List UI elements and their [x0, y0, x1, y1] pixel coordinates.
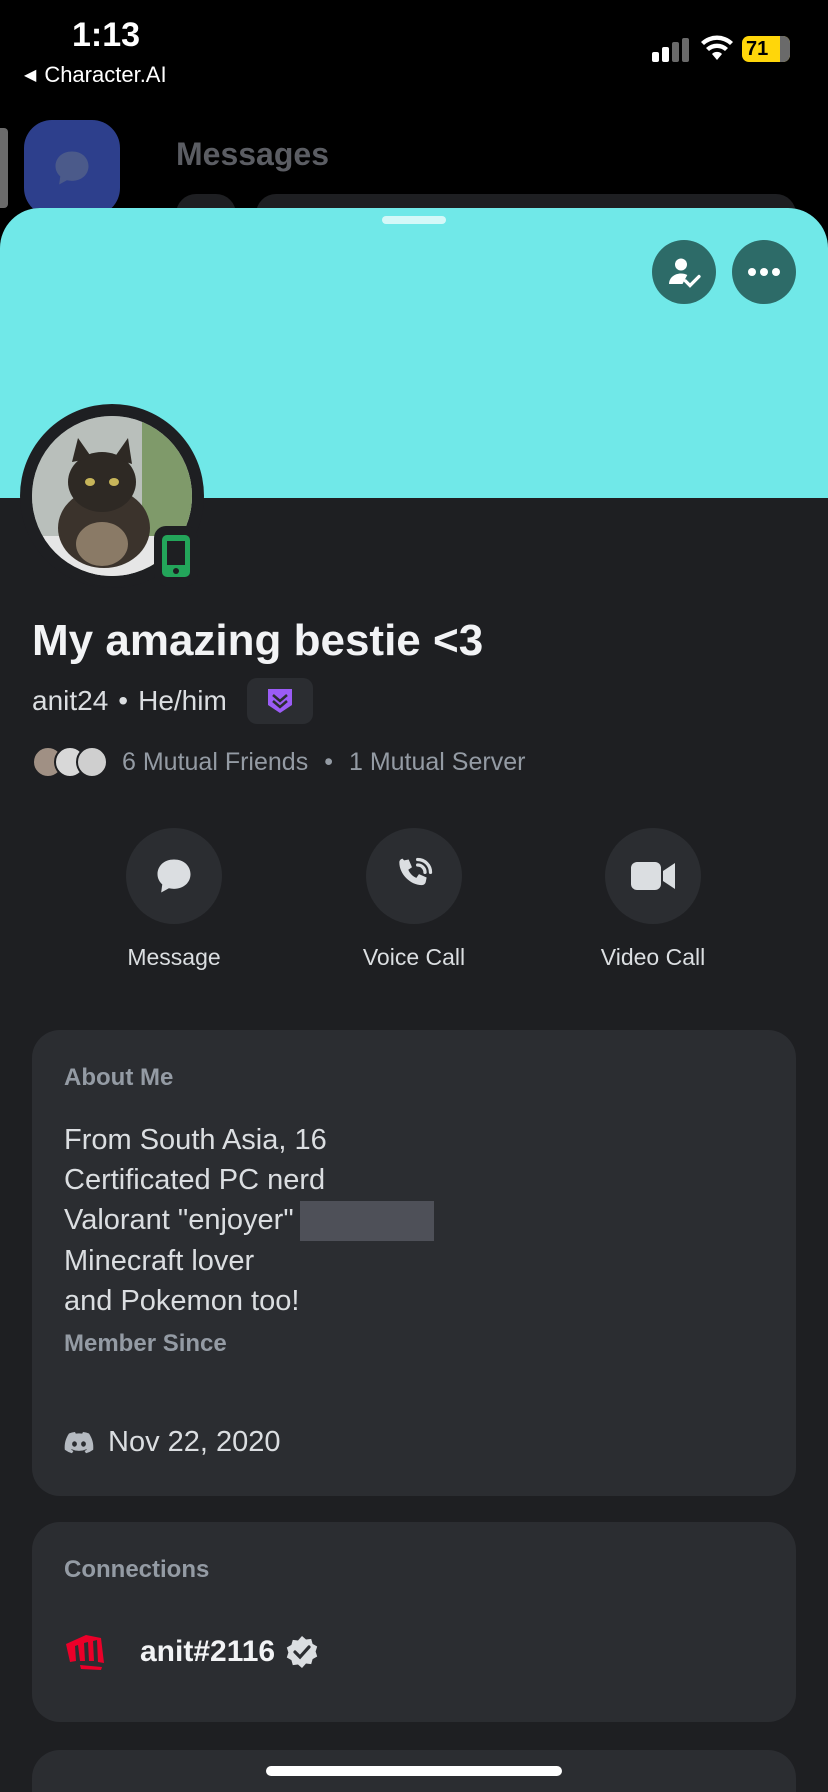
status-bar: 1:13 ◀ Character.AI 71 — [0, 0, 828, 100]
profile-badge[interactable] — [246, 678, 313, 724]
background-messages-title: Messages — [176, 136, 329, 172]
member-since-date: Nov 22, 2020 — [108, 1426, 281, 1458]
mutual-avatar — [76, 746, 108, 778]
redacted-block — [299, 1201, 434, 1242]
battery-level: 71 — [746, 37, 769, 60]
display-name: My amazing bestie <3 — [32, 616, 484, 665]
background-dm-button — [24, 120, 120, 216]
connection-riot[interactable]: anit#2116 — [64, 1634, 319, 1670]
about-me-title: About Me — [64, 1064, 174, 1091]
message-circle[interactable] — [126, 828, 222, 924]
more-options-button[interactable] — [732, 240, 796, 304]
connections-title: Connections — [64, 1556, 210, 1583]
mutual-servers-count[interactable]: 1 Mutual Server — [349, 748, 525, 777]
ellipsis-icon — [748, 268, 780, 276]
about-me-text: From South Asia, 16 Certificated PC nerd… — [64, 1120, 434, 1321]
voice-call-button[interactable]: Voice Call — [324, 828, 504, 971]
home-indicator[interactable] — [266, 1766, 562, 1776]
chat-bubble-icon — [157, 859, 191, 893]
mutual-friend-avatars — [32, 746, 110, 778]
wifi-icon — [701, 35, 733, 60]
about-line: Valorant "enjoyer" — [64, 1204, 294, 1236]
mobile-online-status — [154, 526, 198, 586]
about-line: Certificated PC nerd — [64, 1164, 326, 1196]
voice-call-label: Voice Call — [362, 944, 466, 970]
discord-logo-icon — [64, 1431, 94, 1453]
video-call-circle[interactable] — [605, 828, 701, 924]
video-camera-icon — [631, 862, 675, 890]
username: anit24 — [32, 685, 109, 716]
friend-check-icon — [669, 258, 701, 288]
mutual-friends-count[interactable]: 6 Mutual Friends — [122, 748, 308, 777]
about-line: and Pokemon too! — [64, 1285, 300, 1318]
member-since-title: Member Since — [64, 1330, 227, 1357]
message-label: Message — [127, 944, 221, 970]
video-call-button[interactable]: Video Call — [563, 828, 743, 971]
connections-card: Connections anit#2116 — [32, 1522, 796, 1722]
riot-games-icon — [66, 1635, 104, 1670]
mutuals-row[interactable]: 6 Mutual Friends • 1 Mutual Server — [32, 746, 525, 778]
verified-check-icon — [286, 1636, 318, 1668]
chat-bubble-icon — [55, 151, 89, 185]
back-to-app-link[interactable]: ◀ Character.AI — [24, 62, 167, 88]
background-server-rail-indicator — [0, 128, 8, 208]
friend-status-button[interactable] — [652, 240, 716, 304]
hypesquad-badge-icon — [267, 689, 292, 713]
back-arrow-icon: ◀ — [24, 67, 37, 84]
sheet-grabber[interactable] — [382, 216, 446, 224]
clock: 1:13 — [72, 16, 141, 54]
connection-account-name: anit#2116 — [140, 1635, 276, 1668]
message-button[interactable]: Message — [84, 828, 264, 971]
about-line: Minecraft lover — [64, 1245, 255, 1278]
mobile-phone-icon — [162, 535, 190, 577]
voice-call-circle[interactable] — [366, 828, 462, 924]
about-line: From South Asia, 16 — [64, 1124, 327, 1156]
action-buttons: Message Voice Call Video Call — [0, 828, 828, 988]
pronouns: He/him — [138, 685, 227, 716]
separator-dot: • — [118, 685, 129, 716]
battery-remainder — [780, 36, 790, 62]
username-row: anit24 • He/him — [32, 678, 313, 724]
profile-sheet: My amazing bestie <3 anit24 • He/him 6 M… — [0, 208, 828, 1792]
back-app-label: Character.AI — [44, 62, 167, 87]
member-since-row: Nov 22, 2020 — [64, 1426, 281, 1459]
about-line-with-redaction: Valorant "enjoyer" — [64, 1200, 434, 1242]
about-me-card: About Me From South Asia, 16 Certificate… — [32, 1030, 796, 1496]
video-call-label: Video Call — [600, 944, 706, 970]
cellular-signal-icon — [652, 38, 692, 62]
phone-icon — [399, 857, 433, 886]
separator-dot: • — [324, 747, 333, 776]
